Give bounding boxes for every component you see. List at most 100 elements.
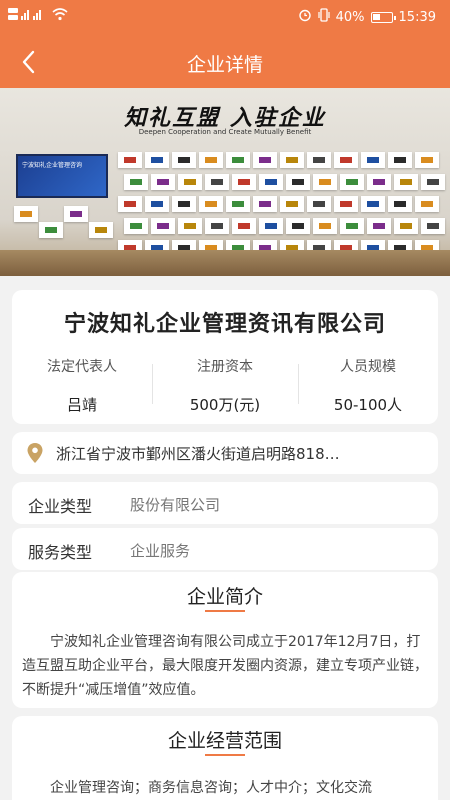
brand-logo-tile xyxy=(232,174,256,190)
brand-logo-mark xyxy=(178,157,190,163)
row-value: 企业服务 xyxy=(130,542,191,560)
brand-logo-mark xyxy=(367,157,379,163)
brand-logo-mark xyxy=(178,201,190,207)
brand-logo-tile xyxy=(388,196,412,212)
battery-level xyxy=(372,13,380,20)
brand-logo-mark xyxy=(20,211,32,217)
brand-logo-tile xyxy=(172,152,196,168)
banner-subtitle: Deepen Cooperation and Create Mutually B… xyxy=(138,128,312,136)
brand-logo-tile xyxy=(340,174,364,190)
brand-logo-tile xyxy=(340,218,364,234)
brand-logo-tile xyxy=(178,218,202,234)
title-underline xyxy=(205,754,245,756)
wifi-icon xyxy=(52,7,68,23)
brand-logo-tile xyxy=(259,174,283,190)
signal-icon xyxy=(8,6,48,24)
brand-logo-mark xyxy=(238,179,250,185)
brand-logo-tile xyxy=(421,174,445,190)
location-pin-icon xyxy=(26,442,44,464)
brand-logo-tile xyxy=(367,174,391,190)
brand-logo-tile xyxy=(307,152,331,168)
brand-logo-mark xyxy=(157,223,169,229)
brand-logo-mark xyxy=(427,179,439,185)
brand-logo-mark xyxy=(211,223,223,229)
brand-logo-mark xyxy=(286,201,298,207)
brand-logo-tile xyxy=(14,206,38,222)
brand-logo-tile xyxy=(313,218,337,234)
brand-logo-mark xyxy=(421,201,433,207)
brand-logo-tile xyxy=(178,174,202,190)
brand-logo-mark xyxy=(265,223,277,229)
brand-logo-mark xyxy=(373,223,385,229)
stat-value: 500万(元) xyxy=(189,396,261,414)
brand-logo-mark xyxy=(319,223,331,229)
scope-text: 企业管理咨询；商务信息咨询；人才中介；文化交流 xyxy=(50,780,372,796)
stat-label: 人员规模 xyxy=(340,359,396,375)
brand-logo-mark xyxy=(400,223,412,229)
brand-logo-mark xyxy=(394,157,406,163)
brand-logo-mark xyxy=(211,179,223,185)
brand-logo-tile xyxy=(334,196,358,212)
brand-logo-mark xyxy=(313,201,325,207)
brand-logo-mark xyxy=(205,157,217,163)
brand-logo-tile xyxy=(253,152,277,168)
brand-logo-tile xyxy=(118,196,142,212)
intro-text: 宁波知礼企业管理咨询有限公司成立于2017年12月7日，打造互盟互助企业平台，最… xyxy=(22,634,428,698)
brand-logo-tile xyxy=(280,152,304,168)
brand-logo-tile xyxy=(394,174,418,190)
brand-logo-tile xyxy=(145,152,169,168)
brand-logo-mark xyxy=(157,179,169,185)
brand-logo-mark xyxy=(124,157,136,163)
stat-label: 注册资本 xyxy=(197,359,253,375)
brand-logo-tile xyxy=(415,152,439,168)
brand-logo-mark xyxy=(232,157,244,163)
brand-logo-tile xyxy=(145,196,169,212)
nav-bar: 企业详情 xyxy=(0,40,450,84)
brand-logo-tile xyxy=(39,222,63,238)
brand-logo-mark xyxy=(70,211,82,217)
stat-legal-rep: 法定代表人 吕靖 xyxy=(12,356,152,415)
brand-logo-mark xyxy=(184,223,196,229)
brand-logo-mark xyxy=(373,179,385,185)
brand-logo-mark xyxy=(346,223,358,229)
brand-logo-tile xyxy=(205,218,229,234)
battery-icon xyxy=(370,11,396,23)
brand-logo-mark xyxy=(184,179,196,185)
company-banner-image: 知礼互盟 入驻企业 Deepen Cooperation and Create … xyxy=(0,88,450,276)
info-row-enterprise-type: 企业类型 股份有限公司 xyxy=(12,482,438,524)
brand-logo-mark xyxy=(394,201,406,207)
brand-logo-tile xyxy=(124,174,148,190)
stat-value: 50-100人 xyxy=(333,396,403,414)
brand-logo-mark xyxy=(151,157,163,163)
brand-logo-tile xyxy=(253,196,277,212)
address-row[interactable]: 浙江省宁波市鄞州区潘火街道启明路818… xyxy=(12,432,438,474)
brand-logo-mark xyxy=(346,179,358,185)
brand-logo-tile xyxy=(259,218,283,234)
brand-logo-mark xyxy=(265,179,277,185)
brand-logo-mark xyxy=(130,223,142,229)
brand-logo-mark xyxy=(313,157,325,163)
brand-logo-mark xyxy=(427,223,439,229)
brand-logo-tile xyxy=(124,218,148,234)
brand-logo-mark xyxy=(130,179,142,185)
banner-floor xyxy=(0,250,450,276)
brand-logo-tile xyxy=(286,174,310,190)
row-value: 股份有限公司 xyxy=(130,496,221,514)
brand-logo-tile xyxy=(118,152,142,168)
battery-percent: 40% xyxy=(335,9,365,25)
brand-logo-mark xyxy=(292,223,304,229)
brand-logo-tile xyxy=(205,174,229,190)
brand-logo-tile xyxy=(313,174,337,190)
row-label: 服务类型 xyxy=(28,543,93,562)
brand-logo-mark xyxy=(238,223,250,229)
brand-logo-tile xyxy=(280,196,304,212)
clock: 15:39 xyxy=(398,9,436,25)
brand-logo-mark xyxy=(340,157,352,163)
brand-logo-tile xyxy=(151,218,175,234)
brand-logo-tile xyxy=(307,196,331,212)
business-scope-card: 企业经营范围 企业管理咨询；商务信息咨询；人才中介；文化交流 xyxy=(12,716,438,800)
brand-logo-mark xyxy=(232,201,244,207)
stat-label: 法定代表人 xyxy=(47,359,117,375)
brand-logo-mark xyxy=(367,201,379,207)
brand-logo-tile xyxy=(232,218,256,234)
